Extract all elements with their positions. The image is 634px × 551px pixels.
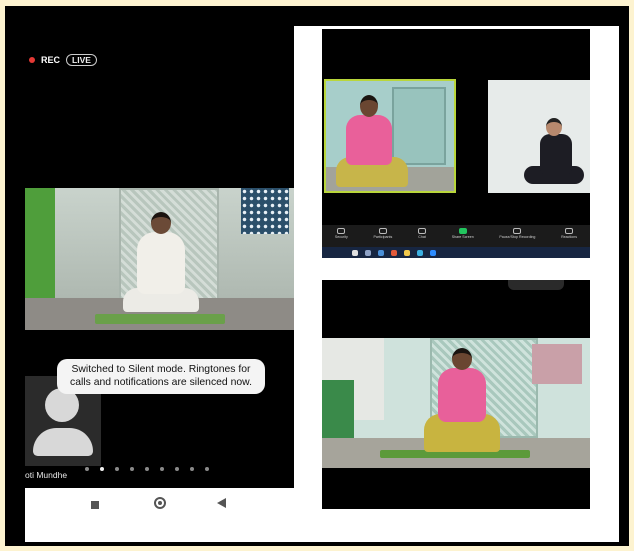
page-dot[interactable] bbox=[130, 467, 134, 471]
figure-head bbox=[360, 95, 378, 117]
page-dot[interactable] bbox=[145, 467, 149, 471]
app-icon[interactable] bbox=[417, 249, 423, 256]
page-indicator bbox=[85, 467, 209, 471]
zoom-app-icon[interactable] bbox=[430, 249, 436, 256]
second-participant-tile[interactable] bbox=[488, 80, 590, 193]
figure-head bbox=[151, 212, 171, 234]
reactions-icon bbox=[565, 228, 574, 234]
participant-figure bbox=[424, 348, 500, 460]
live-badge[interactable]: LIVE bbox=[66, 54, 97, 66]
video-curtain bbox=[25, 188, 55, 303]
shield-icon bbox=[337, 228, 346, 234]
toolbar-label: Security bbox=[334, 235, 348, 239]
page-dot[interactable] bbox=[175, 467, 179, 471]
scene-towel bbox=[532, 344, 582, 384]
page-dot[interactable] bbox=[115, 467, 119, 471]
app-icon[interactable] bbox=[391, 249, 397, 256]
figure-body bbox=[137, 232, 185, 294]
recording-indicator: REC LIVE bbox=[29, 54, 97, 66]
start-icon[interactable] bbox=[352, 249, 358, 256]
video-towel bbox=[241, 188, 289, 234]
toolbar-label: Chat bbox=[418, 235, 426, 239]
toolbar-reactions-button[interactable]: Reactions bbox=[561, 228, 577, 239]
toolbar-recording-button[interactable]: Pause/Stop Recording bbox=[499, 228, 535, 239]
app-icon[interactable] bbox=[404, 249, 410, 256]
toolbar-label: Share Screen bbox=[451, 235, 474, 239]
recents-square-icon[interactable] bbox=[91, 501, 99, 509]
speaker-video[interactable] bbox=[25, 188, 294, 330]
chat-icon bbox=[418, 228, 427, 234]
phone-meeting-screen: REC LIVE Switched to Silent mode. Ringto… bbox=[25, 22, 294, 522]
toolbar-share-screen-button[interactable]: Share Screen bbox=[452, 228, 474, 239]
fullscreen-video-view[interactable] bbox=[322, 280, 590, 509]
laptop-meeting-screen: Security Participants Chat Share Screen … bbox=[322, 29, 590, 258]
participant-name: oti Mundhe bbox=[25, 470, 68, 480]
figure-head bbox=[546, 118, 562, 136]
video-scene bbox=[322, 338, 590, 468]
participant-figure bbox=[336, 95, 408, 191]
record-icon bbox=[513, 228, 522, 234]
page-dot-active[interactable] bbox=[100, 467, 104, 471]
video-top-handle[interactable] bbox=[508, 280, 564, 290]
search-icon[interactable] bbox=[365, 249, 371, 256]
figure-head bbox=[452, 348, 472, 370]
taskview-icon[interactable] bbox=[378, 249, 384, 256]
android-nav-bar bbox=[25, 488, 294, 522]
windows-taskbar bbox=[322, 247, 590, 258]
avatar-body-icon bbox=[33, 428, 93, 456]
page-dot[interactable] bbox=[85, 467, 89, 471]
participants-icon bbox=[378, 228, 387, 234]
rec-label: REC bbox=[41, 55, 61, 65]
figure-body bbox=[438, 368, 486, 422]
toolbar-chat-button[interactable]: Chat bbox=[418, 228, 427, 239]
silent-mode-toast: Switched to Silent mode. Ringtones for c… bbox=[57, 359, 265, 394]
active-speaker-tile[interactable] bbox=[324, 79, 456, 193]
figure-body bbox=[346, 115, 392, 165]
page-dot[interactable] bbox=[190, 467, 194, 471]
figure-body bbox=[540, 134, 572, 174]
toolbar-label: Reactions bbox=[561, 235, 578, 239]
page-dot[interactable] bbox=[205, 467, 209, 471]
home-circle-icon[interactable] bbox=[154, 497, 166, 509]
share-screen-icon bbox=[458, 228, 467, 234]
back-triangle-icon[interactable] bbox=[217, 498, 226, 508]
page-dot[interactable] bbox=[160, 467, 164, 471]
rec-dot-icon bbox=[29, 57, 35, 63]
toolbar-security-button[interactable]: Security bbox=[335, 228, 348, 239]
meeting-toolbar: Security Participants Chat Share Screen … bbox=[322, 225, 590, 247]
toolbar-label: Participants bbox=[373, 235, 393, 239]
screenshot-collage-frame: REC LIVE Switched to Silent mode. Ringto… bbox=[5, 6, 629, 546]
toolbar-label: Pause/Stop Recording bbox=[499, 235, 536, 239]
instructor-figure bbox=[123, 212, 199, 324]
toolbar-participants-button[interactable]: Participants bbox=[373, 228, 393, 239]
